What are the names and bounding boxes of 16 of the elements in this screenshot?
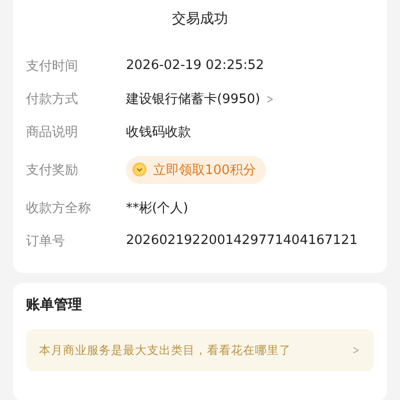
detail-value: **彬(个人) [126, 200, 188, 216]
detail-value: 收钱码收款 [126, 124, 191, 140]
spending-tip-banner[interactable]: 本月商业服务是最大支出类目，看看花在哪里了 > [26, 329, 374, 371]
detail-label: 收款方全称 [26, 200, 92, 216]
detail-value: 2026-02-19 02:25:52 [126, 58, 264, 73]
detail-label: 支付时间 [26, 58, 79, 74]
section-title: 账单管理 [26, 296, 83, 315]
detail-label: 支付奖励 [26, 162, 79, 178]
detail-value: 2026021922001429771404167121 [126, 233, 358, 248]
detail-label: 订单号 [26, 232, 66, 250]
status-title: 交易成功 [171, 10, 229, 29]
detail-label: 付款方式 [26, 90, 79, 108]
reward-button[interactable]: 立即领取100积分 [126, 156, 266, 184]
coin-icon [132, 162, 147, 177]
detail-label: 商品说明 [26, 124, 79, 140]
payment-method-link[interactable]: 建设银行储蓄卡(9950) > [126, 90, 276, 108]
